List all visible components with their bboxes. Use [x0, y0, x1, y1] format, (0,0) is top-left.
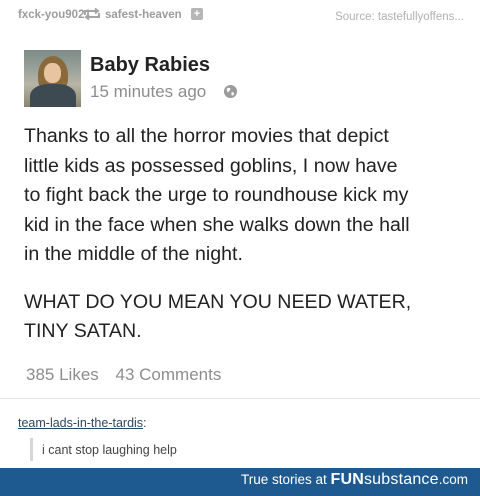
source-link[interactable]: Source: tastefullyoffens... [335, 11, 464, 23]
comments-count[interactable]: 43 Comments [116, 365, 222, 384]
quote-bar [30, 438, 33, 461]
plus-icon[interactable]: + [191, 8, 203, 20]
author-name[interactable]: Baby Rabies [90, 54, 210, 77]
reply-username[interactable]: team-lads-in-the-tardis [18, 416, 143, 430]
reblog-icon [84, 7, 100, 21]
post-stats: 385 Likes 43 Comments [26, 365, 221, 385]
likes-count[interactable]: 385 Likes [26, 365, 99, 384]
post-paragraph: Thanks to all the horror movies that dep… [24, 125, 410, 265]
divider [0, 398, 480, 399]
watermark-footer: True stories at FUNsubstance.com [0, 468, 480, 496]
post-body: Thanks to all the horror movies that dep… [24, 122, 474, 347]
reply-text: i cant stop laughing help [42, 443, 177, 457]
reblog-header: fxck-you9021 safest-heaven + Source: tas… [0, 0, 480, 30]
post-paragraph: WHAT DO YOU MEAN YOU NEED WATER, TINY SA… [24, 290, 412, 343]
footer-brand-bold: FUN [330, 471, 364, 488]
avatar[interactable] [24, 50, 81, 107]
reblogged-from-username[interactable]: safest-heaven [105, 9, 182, 21]
reblogger-username[interactable]: fxck-you9021 [18, 9, 91, 21]
footer-brand: FUNsubstance [331, 471, 439, 488]
footer-brand-suffix: .com [438, 472, 468, 487]
reply-colon: : [143, 416, 147, 430]
footer-tagline: True stories at [240, 472, 331, 487]
footer-brand-light: substance [363, 471, 439, 488]
post-timestamp: 15 minutes ago [90, 82, 207, 101]
globe-icon [223, 84, 238, 99]
